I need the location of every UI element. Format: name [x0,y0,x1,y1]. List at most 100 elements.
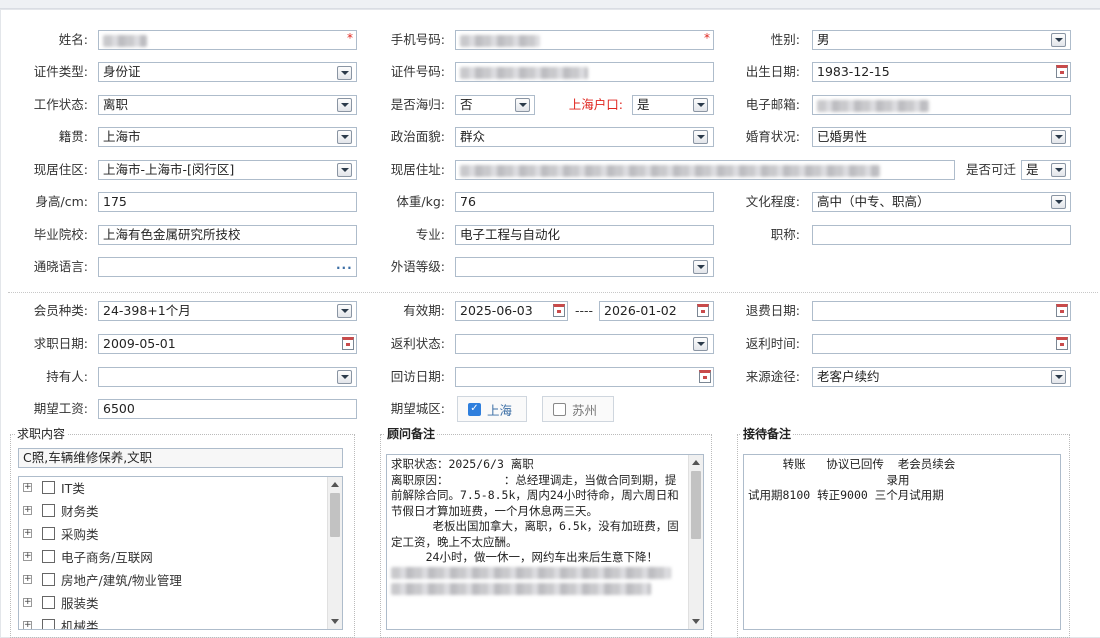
email-input[interactable] [812,95,1071,115]
dropdown-arrow-icon[interactable] [337,370,352,384]
checkbox-icon[interactable] [553,402,566,416]
city-option-label: 苏州 [572,402,598,418]
tree-item[interactable]: + IT类 [23,477,85,497]
checkbox-icon[interactable] [42,480,55,494]
tree-item[interactable]: + 采购类 [23,523,99,543]
rebate-time-input[interactable] [812,334,1071,354]
calendar-icon[interactable] [342,337,354,350]
tree-item[interactable]: + 房地产/建筑/物业管理 [23,569,182,589]
scrollbar-thumb[interactable] [330,493,340,537]
visit-date-input[interactable] [455,367,714,387]
city-label: 期望城区: [390,401,445,416]
calendar-icon[interactable] [1056,337,1068,350]
dropdown-arrow-icon[interactable] [693,260,708,274]
education-select[interactable]: 高中（中专、职高） [812,192,1071,212]
checkbox-icon[interactable] [42,572,55,586]
salary-input[interactable]: 6500 [98,399,357,419]
tree-item[interactable]: + 机械类 [23,615,99,629]
dropdown-arrow-icon[interactable] [1051,195,1066,209]
current-address-input[interactable] [455,160,955,180]
note-line: 老板出国加拿大，离职，6.5k，没有加班费，固定工资，晚上不太应酬。 [391,519,679,549]
expand-icon[interactable]: + [23,482,32,492]
marital-select[interactable]: 已婚男性 [812,127,1071,147]
birth-date-input[interactable]: 1983-12-15 [812,62,1071,82]
dropdown-arrow-icon[interactable] [337,130,352,144]
scroll-down-icon[interactable] [692,619,700,624]
job-date-input[interactable]: 2009-05-01 [98,334,357,354]
job-category-tree[interactable]: + IT类 + 财务类 + 采购类 + 电子商务/互联网 + 房地产/建筑/物业管理 + 服… [18,476,343,630]
job-date-label: 求职日期: [33,336,88,351]
more-options-icon[interactable]: ··· [336,262,353,274]
source-select[interactable]: 老客户续约 [812,367,1071,387]
job-content-selected[interactable]: C照,车辆维修保养,文职 [18,448,343,468]
dropdown-arrow-icon[interactable] [337,66,352,80]
scroll-up-icon[interactable] [692,460,700,465]
redacted-value [460,164,880,177]
expand-icon[interactable]: + [23,551,32,561]
current-area-select[interactable]: 上海市-上海市-[闵行区] [98,160,357,180]
checkbox-icon[interactable] [42,618,55,629]
work-status-label: 工作状态: [33,97,88,112]
checkbox-icon[interactable] [42,595,55,609]
id-type-select[interactable]: 身份证 [98,62,357,82]
dropdown-arrow-icon[interactable] [1051,33,1066,47]
checkbox-icon[interactable] [42,503,55,517]
dropdown-arrow-icon[interactable] [1051,130,1066,144]
tree-item[interactable]: + 服装类 [23,592,99,612]
calendar-icon[interactable] [699,370,711,383]
phone-input[interactable] [455,30,714,50]
political-select[interactable]: 群众 [455,127,714,147]
native-place-select[interactable]: 上海市 [98,127,357,147]
validity-from-input[interactable]: 2025-06-03 [455,301,568,321]
calendar-icon[interactable] [1056,304,1068,317]
refund-date-input[interactable] [812,301,1071,321]
calendar-icon[interactable] [553,304,565,317]
calendar-icon[interactable] [1056,65,1068,78]
dropdown-arrow-icon[interactable] [1051,163,1066,177]
dropdown-arrow-icon[interactable] [693,130,708,144]
rebate-status-select[interactable] [455,334,714,354]
dropdown-arrow-icon[interactable] [337,98,352,112]
work-status-select[interactable]: 离职 [98,95,357,115]
city-option-shanghai[interactable]: ✓ 上海 [457,396,527,422]
id-number-input[interactable] [455,62,714,82]
expand-icon[interactable]: + [23,574,32,584]
checkbox-icon[interactable] [42,549,55,563]
title-input[interactable] [812,225,1071,245]
dropdown-arrow-icon[interactable] [337,163,352,177]
holder-select[interactable] [98,367,357,387]
checkbox-checked-icon[interactable]: ✓ [468,402,481,416]
note-scrollbar[interactable] [688,455,703,629]
scroll-down-icon[interactable] [331,619,339,624]
tree-scrollbar[interactable] [327,477,342,629]
expand-icon[interactable]: + [23,505,32,515]
member-type-select[interactable]: 24-398+1个月 [98,301,357,321]
name-input[interactable] [98,30,357,50]
scroll-up-icon[interactable] [331,482,339,487]
major-input[interactable]: 电子工程与自动化 [455,225,714,245]
gender-select[interactable]: 男 [812,30,1071,50]
scrollbar-thumb[interactable] [691,471,701,539]
tree-item[interactable]: + 财务类 [23,500,99,520]
tree-item[interactable]: + 电子商务/互联网 [23,546,153,566]
dropdown-arrow-icon[interactable] [1051,370,1066,384]
expand-icon[interactable]: + [23,528,32,538]
height-input[interactable]: 175 [98,192,357,212]
dropdown-arrow-icon[interactable] [693,98,708,112]
expand-icon[interactable]: + [23,597,32,607]
validity-separator: ---- [574,303,594,318]
consultant-note-textarea[interactable]: 求职状态：2025/6/3 离职 离职原因： ：总经理调走，当做合同到期，提前解… [386,454,704,630]
dropdown-arrow-icon[interactable] [515,98,530,112]
school-input[interactable]: 上海有色金属研究所技校 [98,225,357,245]
reception-note-textarea[interactable]: 转账 协议已回传 老会员续会 录用 试用期8100 转正9000 三个月试用期 [743,454,1061,630]
foreign-level-select[interactable] [455,257,714,277]
calendar-icon[interactable] [697,304,709,317]
languages-input[interactable] [98,257,357,277]
salary-label: 期望工资: [33,401,88,416]
dropdown-arrow-icon[interactable] [693,337,708,351]
expand-icon[interactable]: + [23,620,32,629]
weight-input[interactable]: 76 [455,192,714,212]
checkbox-icon[interactable] [42,526,55,540]
dropdown-arrow-icon[interactable] [337,304,352,318]
city-option-suzhou[interactable]: 苏州 [542,396,614,422]
